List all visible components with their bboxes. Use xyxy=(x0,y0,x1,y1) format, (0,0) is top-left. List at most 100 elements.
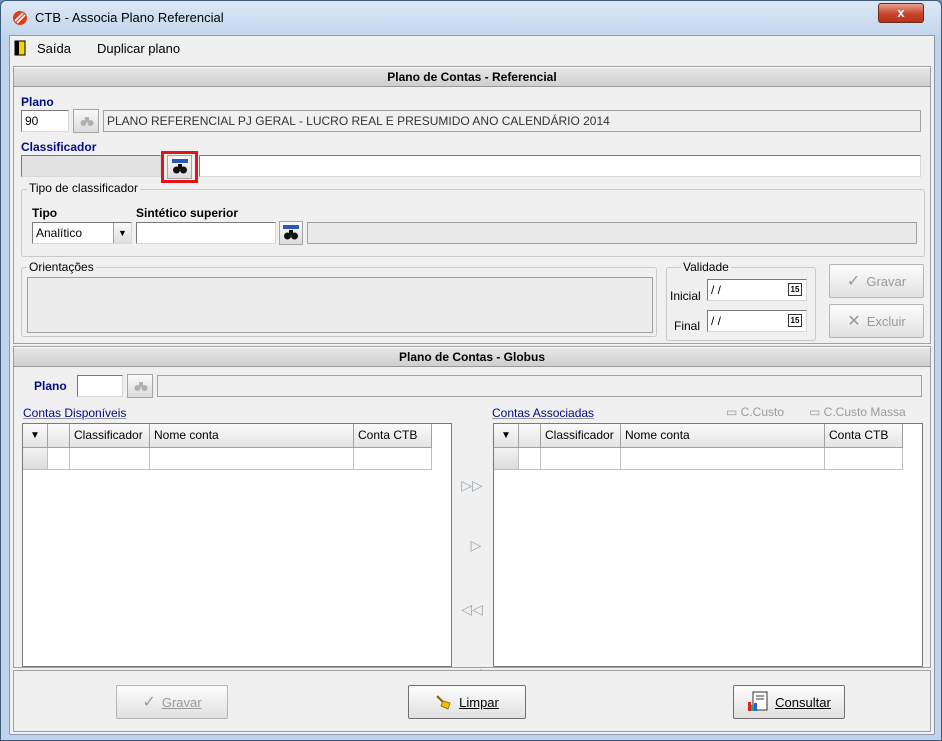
table-row[interactable] xyxy=(494,448,903,470)
contas-associadas-grid[interactable]: ▼ Classificador Nome conta Conta CTB xyxy=(493,423,923,667)
plano-description-field: PLANO REFERENCIAL PJ GERAL - LUCRO REAL … xyxy=(103,110,921,132)
contas-disponiveis-label: Contas Disponíveis xyxy=(23,406,127,420)
row-indicator xyxy=(48,448,70,470)
grid-menu-button[interactable]: ▼ xyxy=(494,424,519,448)
orientacoes-title: Orientações xyxy=(27,260,96,274)
client-area: Saída Duplicar plano Plano de Contas - R… xyxy=(9,35,935,735)
row-selector[interactable] xyxy=(494,448,519,470)
inicial-date-field[interactable]: / / 15 xyxy=(707,279,807,301)
globus-header: Plano de Contas - Globus xyxy=(14,347,930,367)
globus-plano-field[interactable] xyxy=(77,375,123,397)
classificador-label: Classificador xyxy=(21,140,97,154)
application-window: CTB - Associa Plano Referencial x Saída … xyxy=(0,0,942,741)
orientacoes-textarea[interactable] xyxy=(27,277,653,333)
ccusto-icon: ▭ xyxy=(726,405,741,419)
menu-duplicar-plano[interactable]: Duplicar plano xyxy=(97,41,180,56)
grid-menu-button[interactable]: ▼ xyxy=(23,424,48,448)
sintetico-search-button[interactable] xyxy=(279,221,303,245)
add-all-button[interactable]: ▷▷ xyxy=(460,477,484,494)
col-conta-ctb[interactable]: Conta CTB xyxy=(354,424,432,448)
gravar-label: Gravar xyxy=(866,273,907,289)
calendar-icon[interactable]: 15 xyxy=(788,283,802,296)
limpar-label: Limpar xyxy=(459,694,499,710)
calendar-icon[interactable]: 15 xyxy=(788,314,802,327)
globus-plano-search-button[interactable] xyxy=(127,374,153,398)
col-classificador[interactable]: Classificador xyxy=(541,424,621,448)
sintetico-description-field xyxy=(307,222,917,244)
sintetico-superior-label: Sintético superior xyxy=(136,206,239,220)
referencial-header: Plano de Contas - Referencial xyxy=(14,67,930,87)
consultar-label: Consultar xyxy=(775,694,831,710)
footer-gravar-label: Gravar xyxy=(161,694,202,710)
final-label: Final xyxy=(674,319,701,333)
inicial-label: Inicial xyxy=(670,289,701,303)
exit-door-icon xyxy=(14,40,26,56)
final-date-field[interactable]: / / 15 xyxy=(707,310,807,332)
inicial-date-value: / / xyxy=(711,283,722,297)
classificador-search-highlight xyxy=(161,151,198,183)
col-classificador[interactable]: Classificador xyxy=(70,424,150,448)
validade-title: Validade xyxy=(681,260,731,274)
tipo-classificador-title: Tipo de classificador xyxy=(27,181,140,195)
row-indicator xyxy=(519,448,541,470)
binoculars-icon xyxy=(134,382,148,391)
contas-disponiveis-grid[interactable]: ▼ Classificador Nome conta Conta CTB xyxy=(22,423,452,667)
table-row[interactable] xyxy=(23,448,432,470)
tipo-select-value: Analítico xyxy=(36,226,83,240)
close-button[interactable]: x xyxy=(878,3,924,23)
ccusto-massa-label: C.Custo Massa xyxy=(823,405,906,419)
referencial-panel: Plano de Contas - Referencial Plano 90 P… xyxy=(13,66,931,344)
footer-gravar-button[interactable]: ✓ Gravar xyxy=(116,685,228,719)
binoculars-icon xyxy=(80,117,94,126)
ccusto-massa-button[interactable]: ▭ C.Custo Massa xyxy=(809,405,906,419)
report-chart-icon xyxy=(748,691,768,711)
app-logo-icon xyxy=(13,11,27,25)
globus-plano-label: Plano xyxy=(34,379,67,393)
row-selector[interactable] xyxy=(23,448,48,470)
grid-header: ▼ Classificador Nome conta Conta CTB xyxy=(494,424,903,448)
limpar-button[interactable]: Limpar xyxy=(408,685,526,719)
tipo-label: Tipo xyxy=(32,206,58,220)
plano-code-field[interactable]: 90 xyxy=(21,110,69,132)
referencial-excluir-button[interactable]: ✕ Excluir xyxy=(829,304,924,338)
tipo-select[interactable]: Analítico ▼ xyxy=(32,222,132,244)
cell-classificador xyxy=(70,448,150,470)
plano-label: Plano xyxy=(21,95,54,109)
final-date-value: / / xyxy=(711,314,722,328)
broom-icon xyxy=(436,695,451,710)
ccusto-button[interactable]: ▭ C.Custo xyxy=(726,405,784,419)
remove-all-button[interactable]: ◁◁ xyxy=(460,601,484,618)
cell-conta-ctb xyxy=(354,448,432,470)
plano-search-button[interactable] xyxy=(73,109,99,133)
col-nome-conta[interactable]: Nome conta xyxy=(621,424,825,448)
menu-bar: Saída Duplicar plano xyxy=(10,36,934,60)
window-title: CTB - Associa Plano Referencial xyxy=(35,10,224,25)
globus-plano-description xyxy=(157,375,922,397)
binoculars-icon xyxy=(172,159,188,174)
col-nome-conta[interactable]: Nome conta xyxy=(150,424,354,448)
checkmark-icon: ✓ xyxy=(846,273,861,290)
grid-indicator-col xyxy=(519,424,541,448)
col-conta-ctb[interactable]: Conta CTB xyxy=(825,424,903,448)
checkmark-icon: ✓ xyxy=(142,694,156,711)
chevron-down-icon[interactable]: ▼ xyxy=(113,223,131,243)
ccusto-label: C.Custo xyxy=(740,405,785,419)
classificador-search-button[interactable] xyxy=(167,155,192,179)
delete-x-icon: ✕ xyxy=(847,313,861,330)
grid-header: ▼ Classificador Nome conta Conta CTB xyxy=(23,424,432,448)
menu-saida[interactable]: Saída xyxy=(37,41,71,56)
close-icon: x xyxy=(897,5,905,20)
ccusto-massa-icon: ▭ xyxy=(809,405,824,419)
referencial-gravar-button[interactable]: ✓ Gravar xyxy=(829,264,924,298)
cell-nome-conta xyxy=(150,448,354,470)
footer-panel: ✓ Gravar Limpar Consultar xyxy=(13,670,931,732)
classificador-description-field xyxy=(199,155,921,177)
cell-classificador xyxy=(541,448,621,470)
add-button[interactable]: ▷ xyxy=(464,537,488,554)
cell-nome-conta xyxy=(621,448,825,470)
classificador-field[interactable] xyxy=(21,155,161,177)
cell-conta-ctb xyxy=(825,448,903,470)
sintetico-superior-field[interactable] xyxy=(136,222,276,244)
globus-panel: Plano de Contas - Globus Plano Contas Di… xyxy=(13,346,931,681)
consultar-button[interactable]: Consultar xyxy=(733,685,845,719)
